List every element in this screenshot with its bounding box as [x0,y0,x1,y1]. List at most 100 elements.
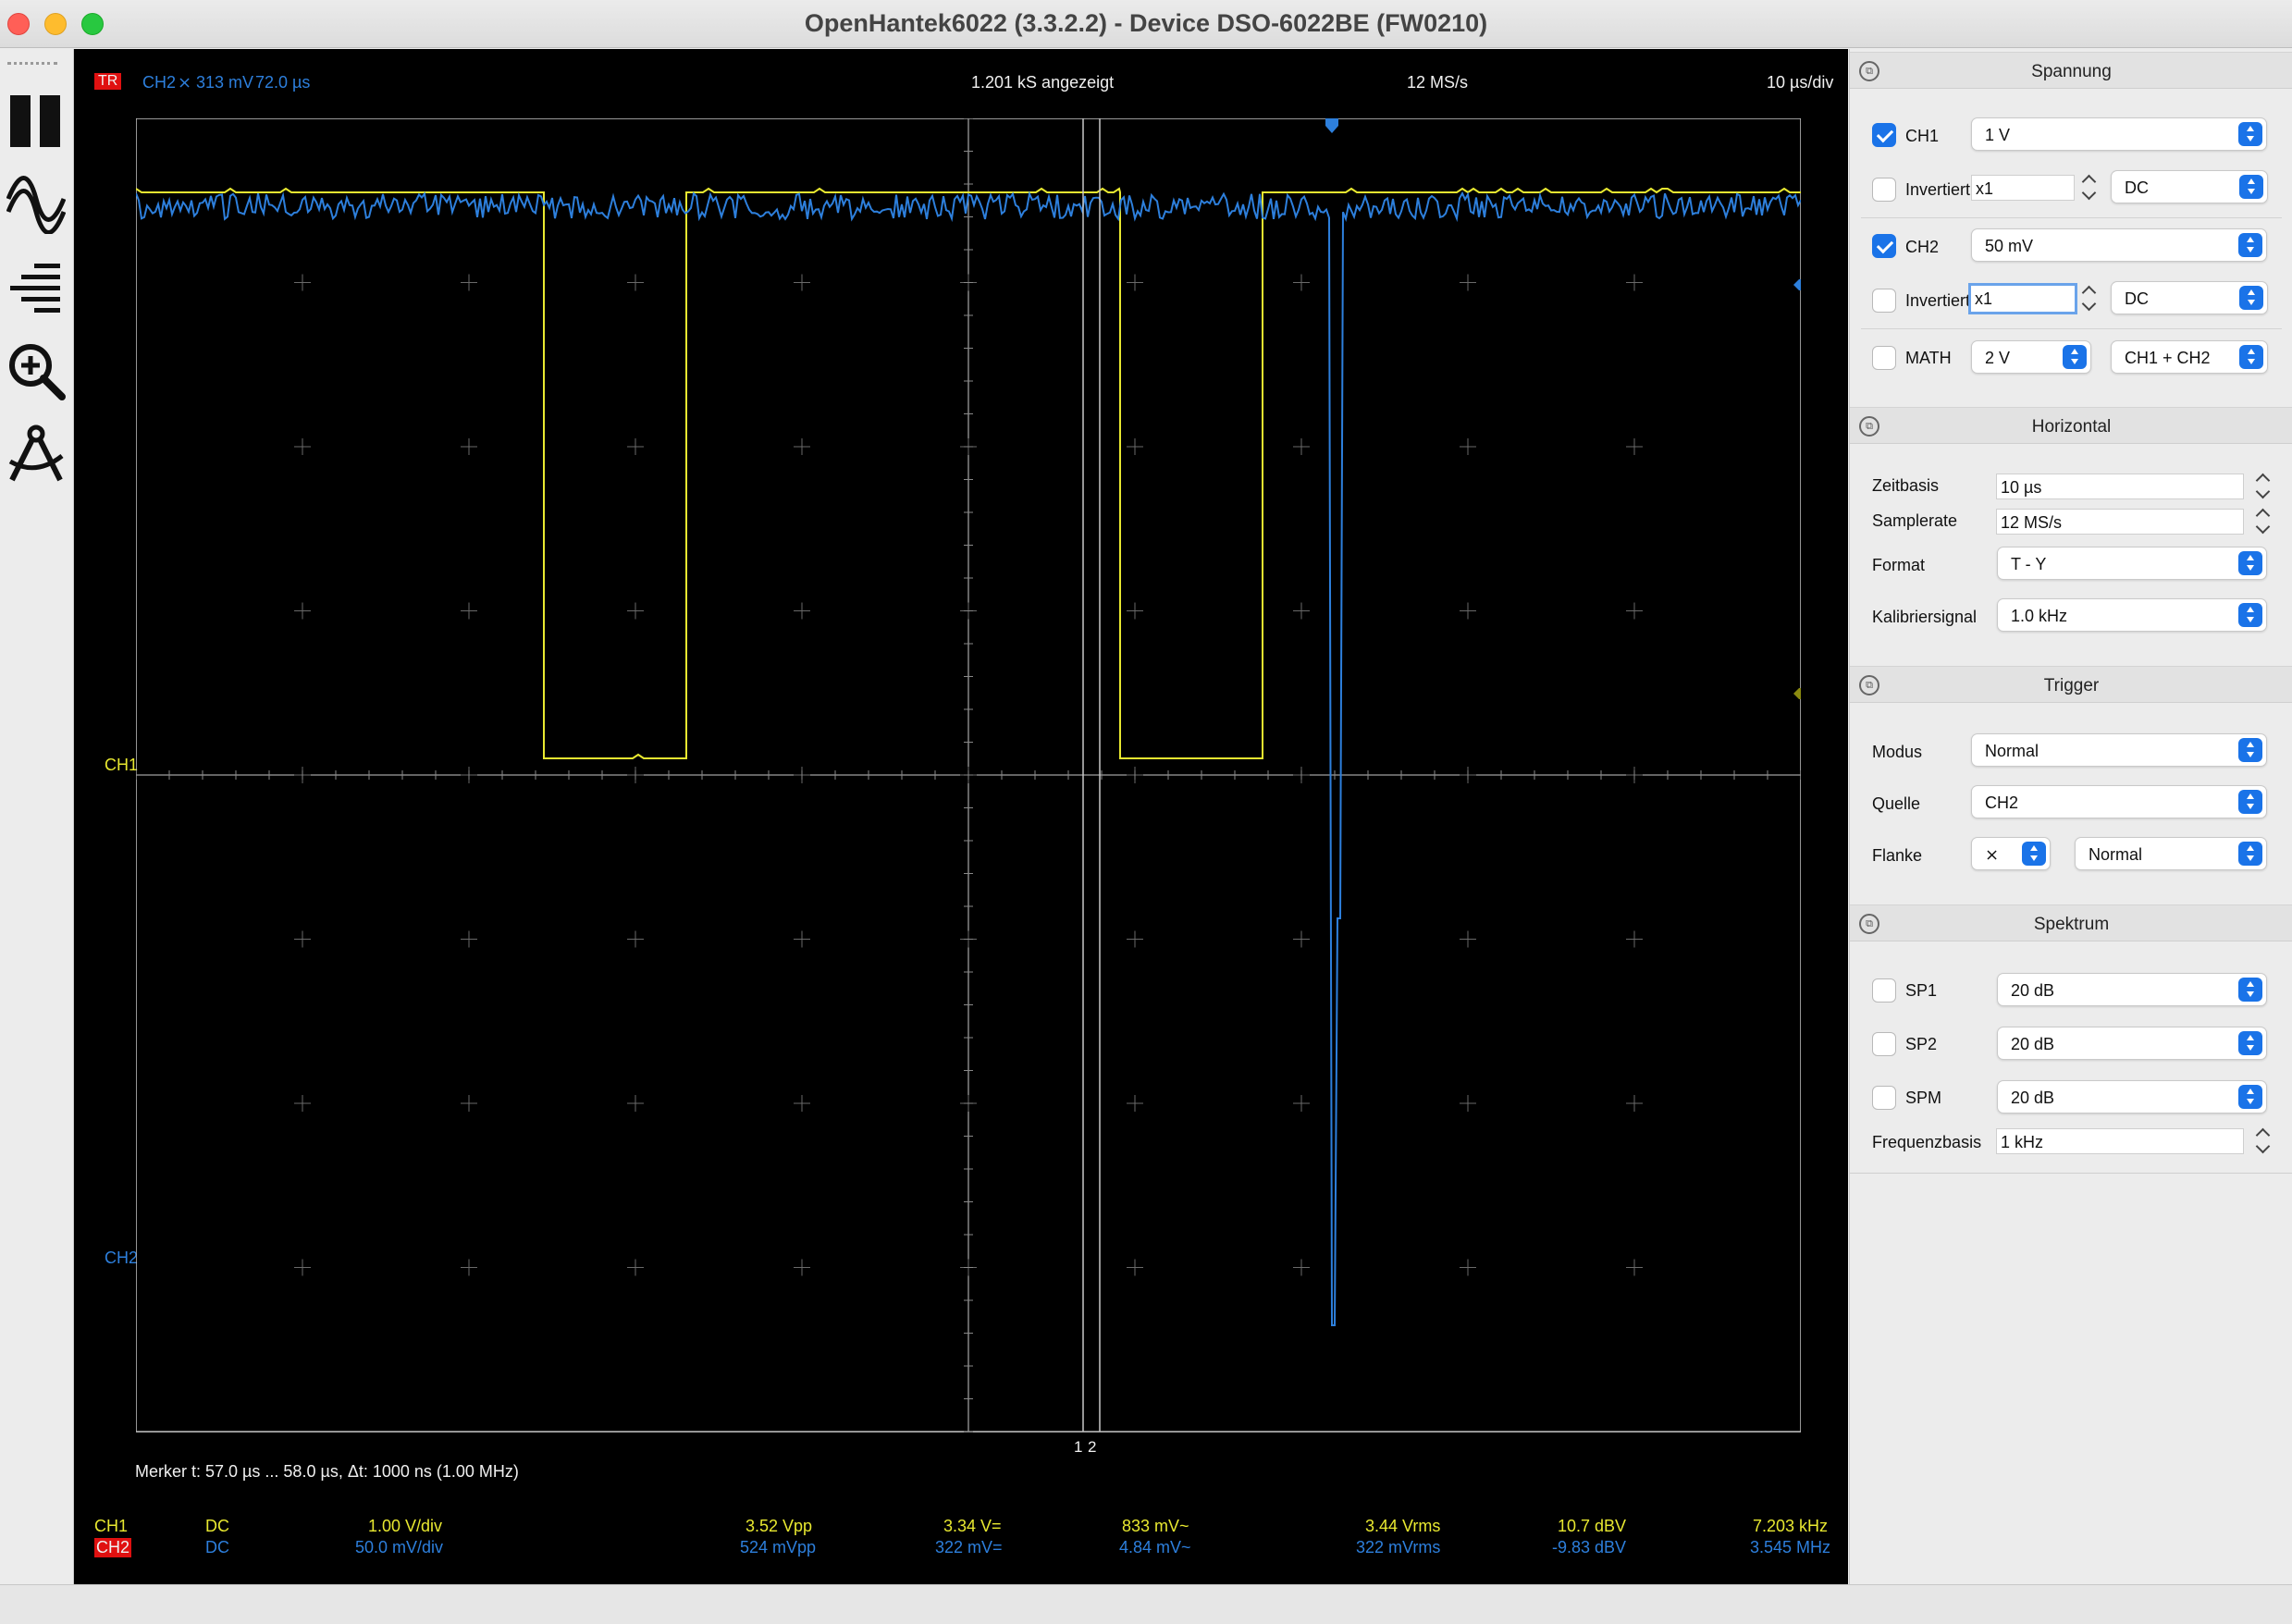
zeitbasis-field[interactable]: 10 µs [1996,474,2244,499]
samplerate-label: Samplerate [1872,511,1958,530]
window-title: OpenHantek6022 (3.3.2.2) - Device DSO-60… [804,9,1488,37]
meas-ch1-vdiv: 1.00 V/div [368,1517,443,1535]
ch1-probe-field[interactable]: x1 [1971,175,2075,201]
meas-ch2-dbv: -9.83 dBV [1552,1538,1627,1556]
meas-ch1-vdc: 3.34 V= [943,1517,1002,1535]
merker-readout: Merker t: 57.0 µs ... 58.0 µs, Δt: 1000 … [135,1462,519,1481]
measure-button[interactable] [4,252,68,323]
scope-screen[interactable]: TR CH2 ⨯ 313 mV 72.0 µs 1.201 kS angezei… [74,49,1848,1584]
samples-shown: 1.201 kS angezeigt [971,73,1115,92]
trigger-badge: TR [94,73,122,90]
zoom-button[interactable] [4,336,68,406]
trigger-quelle-select[interactable]: CH2 [1971,785,2267,818]
sp1-checkbox[interactable] [1872,978,1896,1003]
ch1-ground-marker[interactable]: CH1 [105,756,138,775]
trigger-position-marker[interactable] [1325,118,1338,133]
graticule [136,118,1801,1433]
ch1-invert-label: Invertiert [1905,180,1971,199]
ch1-probe-stepper[interactable] [2080,171,2097,204]
sine-wave-icon [6,176,66,234]
chevron-updown-icon [2238,603,2262,627]
format-label: Format [1872,556,1926,574]
chevron-updown-icon [2238,1031,2262,1055]
frequenzbasis-stepper[interactable] [2254,1125,2271,1158]
ch2-invert-label: Invertiert [1905,291,1971,310]
timebase-readout: 10 µs/div [1767,73,1834,92]
spm-checkbox[interactable] [1872,1086,1896,1110]
sp1-select[interactable]: 20 dB [1997,973,2267,1006]
zoom-in-icon [9,344,66,400]
spektrum-title: Spektrum [2033,915,2110,934]
chevron-updown-icon [2239,345,2263,369]
meas-ch2-coupling: DC [205,1538,229,1556]
ch2-checkbox[interactable] [1872,234,1896,258]
samplerate-stepper[interactable] [2254,505,2271,538]
meas-ch2-name[interactable]: CH2 [94,1538,132,1557]
ch1-invert-checkbox[interactable] [1872,178,1896,202]
trigger-header[interactable]: ⧉ Trigger [1850,666,2292,703]
ch1-gain-select[interactable]: 1 V [1971,117,2267,151]
ch2-ground-marker[interactable]: CH2 [105,1249,138,1268]
ch1-coupling-select[interactable]: DC [2111,170,2268,203]
trigger-position: 72.0 µs [255,73,311,92]
math-label: MATH [1905,349,1952,367]
spektrum-header[interactable]: ⧉ Spektrum [1850,904,2292,941]
cursor-1-label: 1 [1074,1438,1083,1456]
meas-ch2-freq: 3.545 MHz [1750,1538,1831,1556]
chevron-updown-icon [2238,738,2262,762]
ch2-invert-checkbox[interactable] [1872,289,1896,313]
samplerate-field[interactable]: 12 MS/s [1996,509,2244,535]
hamburger-lines-icon [10,264,60,313]
trigger-modus-select[interactable]: Normal [1971,733,2267,767]
ch1-checkbox[interactable] [1872,123,1896,147]
math-mode-select[interactable]: CH1 + CH2 [2111,340,2268,374]
meas-ch2-vrms: 322 mVrms [1356,1538,1441,1556]
ch2-offset-marker[interactable] [1793,279,1801,290]
meas-ch1-vac: 833 mV~ [1122,1517,1189,1535]
cursor-button[interactable] [4,419,68,489]
chevron-updown-icon [2238,978,2262,1002]
trigger-channel: CH2 [142,73,177,92]
zeitbasis-stepper[interactable] [2254,470,2271,503]
flanke-label: Flanke [1872,846,1923,865]
sp2-checkbox[interactable] [1872,1032,1896,1056]
frequenzbasis-label: Frequenzbasis [1872,1133,1982,1151]
meas-ch1-vpp: 3.52 Vpp [746,1517,813,1535]
compass-icon [8,424,64,482]
frequenzbasis-field[interactable]: 1 kHz [1996,1128,2244,1154]
divider [1861,217,2282,218]
math-gain-select[interactable]: 2 V [1971,340,2091,374]
ch2-gain-select[interactable]: 50 mV [1971,228,2267,262]
chevron-updown-icon [2238,842,2262,866]
plot-area[interactable] [136,118,1801,1506]
toolbar-grip[interactable] [7,62,57,65]
meas-ch2-vdiv: 50.0 mV/div [355,1538,444,1556]
pause-button[interactable] [4,86,68,156]
ch2-coupling-select[interactable]: DC [2111,281,2268,314]
trigger-flanke-select[interactable]: ⨯ [1971,837,2051,870]
ch2-probe-stepper[interactable] [2080,282,2097,315]
trigger-flanke-mode-select[interactable]: Normal [2075,837,2267,870]
ch1-label: CH1 [1905,127,1940,145]
format-select[interactable]: T - Y [1997,547,2267,580]
zeitbasis-label: Zeitbasis [1872,476,1940,495]
trigger-title: Trigger [2043,676,2100,695]
meas-ch1-vrms: 3.44 Vrms [1365,1517,1441,1535]
sp2-select[interactable]: 20 dB [1997,1027,2267,1060]
sp2-label: SP2 [1905,1035,1938,1053]
spm-select[interactable]: 20 dB [1997,1080,2267,1113]
chevron-updown-icon [2238,551,2262,575]
chevron-updown-icon [2239,175,2263,199]
spannung-header[interactable]: ⧉ Spannung [1850,52,2292,89]
kalibriersignal-select[interactable]: 1.0 kHz [1997,598,2267,632]
horizontal-header[interactable]: ⧉ Horizontal [1850,407,2292,444]
math-checkbox[interactable] [1872,346,1896,370]
meas-ch1-name[interactable]: CH1 [94,1517,128,1536]
meas-ch1-freq: 7.203 kHz [1753,1517,1829,1535]
waveform-button[interactable] [4,169,68,240]
samplerate-readout: 12 MS/s [1407,73,1469,92]
divider [1861,328,2282,329]
settings-dock: ⧉ Spannung CH1 1 V Invertiert x1 DC CH2 … [1849,49,2292,1584]
ch2-probe-field[interactable]: x1 [1968,283,2077,314]
trigger-level-marker[interactable] [1793,688,1801,699]
